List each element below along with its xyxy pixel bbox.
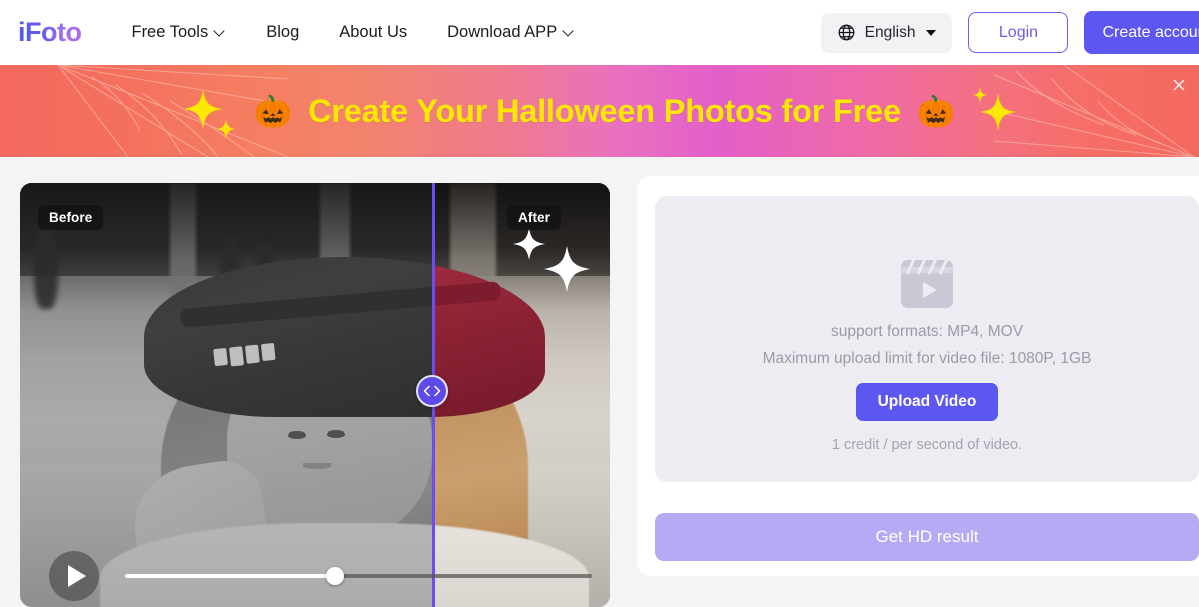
nav-label: About Us	[339, 23, 408, 41]
banner-text: Create Your Halloween Photos for Free	[308, 92, 901, 129]
beanie-brim	[179, 281, 432, 329]
sparkle-icon-left	[183, 89, 236, 139]
pumpkin-icon-right: 🎃	[916, 93, 956, 129]
get-hd-result-button[interactable]: Get HD result	[655, 513, 1199, 561]
subject-beanie	[143, 256, 432, 418]
subject-person	[100, 256, 432, 607]
language-selector[interactable]: English	[820, 12, 953, 53]
left-right-arrows-icon	[423, 385, 441, 397]
promo-banner[interactable]: 🎃 Create Your Halloween Photos for Free …	[0, 65, 1199, 157]
main-navigation: Free Tools Blog About Us Download APP	[131, 23, 575, 42]
subject-mouth	[302, 463, 332, 470]
main-content: Before After support formats: MP4, MOV M…	[0, 157, 1199, 607]
upload-limit-text: Maximum upload limit for video file: 108…	[762, 350, 1092, 367]
nav-item-about-us[interactable]: About Us	[339, 23, 407, 42]
support-formats-text: support formats: MP4, MOV	[830, 323, 1024, 340]
play-icon	[67, 565, 86, 587]
subject-eye	[327, 431, 345, 438]
nav-item-download-app[interactable]: Download APP	[447, 23, 575, 42]
header-actions: English Login Create account	[820, 0, 1199, 65]
nav-item-free-tools[interactable]: Free Tools	[131, 23, 226, 42]
chevron-down-icon	[564, 26, 575, 37]
login-button[interactable]: Login	[968, 12, 1069, 53]
before-after-preview[interactable]: Before After	[20, 183, 610, 607]
before-frame-inner	[20, 183, 432, 607]
pumpkin-icon-left: 🎃	[253, 93, 293, 129]
nav-label: Free Tools	[131, 23, 209, 41]
nav-item-blog[interactable]: Blog	[266, 23, 299, 42]
before-frame	[20, 183, 432, 607]
after-label: After	[507, 205, 562, 230]
banner-content: 🎃 Create Your Halloween Photos for Free …	[0, 65, 1199, 157]
logo[interactable]: iFoto	[18, 17, 82, 48]
comparison-slider-handle[interactable]	[416, 375, 448, 407]
before-label: Before	[38, 205, 104, 230]
caret-down-icon	[926, 29, 937, 36]
video-progress-bar[interactable]	[125, 567, 592, 585]
sparkle-icon-right	[972, 87, 1016, 131]
upload-video-button[interactable]: Upload Video	[855, 383, 999, 421]
nav-label: Download APP	[447, 23, 558, 41]
site-header: iFoto Free Tools Blog About Us Download …	[0, 0, 1199, 65]
close-icon[interactable]	[1171, 77, 1187, 93]
video-clapperboard-icon	[901, 258, 953, 308]
upload-card: support formats: MP4, MOV Maximum upload…	[637, 176, 1199, 576]
subject-eye	[288, 432, 306, 439]
globe-icon	[838, 24, 855, 41]
upload-dropzone[interactable]: support formats: MP4, MOV Maximum upload…	[655, 196, 1199, 482]
play-button[interactable]	[49, 551, 99, 601]
create-account-button[interactable]: Create account	[1084, 11, 1199, 54]
scene-passerby	[34, 219, 58, 309]
video-progress-fill	[125, 574, 336, 578]
nav-label: Blog	[266, 23, 300, 41]
language-label: English	[864, 23, 916, 41]
credit-note-text: 1 credit / per second of video.	[831, 437, 1023, 453]
chevron-down-icon	[215, 26, 226, 37]
